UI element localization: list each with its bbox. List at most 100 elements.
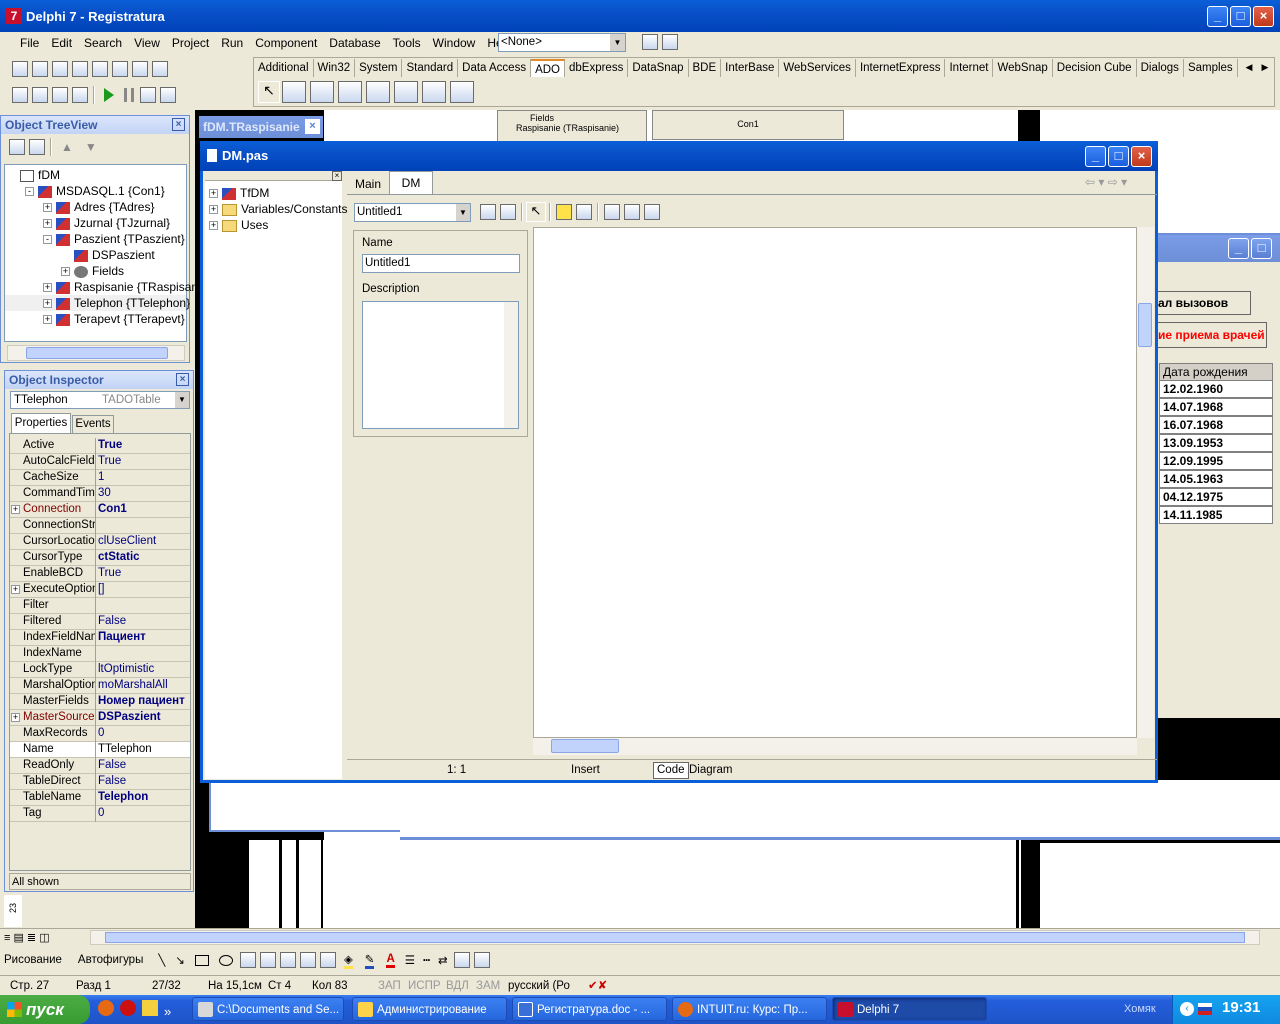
bg-form-title[interactable]: fDM.TRaspisanie × [199,116,323,138]
calls-log-button[interactable]: ал вызовов [1155,291,1251,315]
property-row[interactable]: ConnectionString [10,518,190,534]
palette-tab-internetexpress[interactable]: InternetExpress [856,58,946,77]
tray-clock[interactable]: 19:31 [1222,999,1260,1016]
up-arrow-icon[interactable]: ▲ [61,140,73,154]
expand-icon[interactable]: + [43,299,52,309]
ado-command-icon[interactable] [310,81,334,103]
menu-search[interactable]: Search [78,36,128,50]
property-value[interactable]: True [98,454,190,469]
arrow-style-icon[interactable]: ⇄ [438,953,448,967]
birthdate-cell[interactable]: 12.09.1995 [1159,452,1273,470]
tree-node[interactable]: + Raspisanie {TRaspisanie} [5,279,211,295]
treeview-close-icon[interactable]: × [172,118,185,131]
name-input[interactable]: Untitled1 [362,254,520,273]
property-value[interactable]: 1 [98,470,190,485]
chevron-down-icon[interactable]: ▼ [456,204,470,221]
line-color-icon[interactable]: ✎ [364,952,375,969]
palette-scroll-left[interactable]: ◀ [1242,58,1256,76]
property-row[interactable]: Connection + Con1 [10,502,190,518]
save-all-icon[interactable] [72,61,88,77]
expand-icon[interactable]: - [25,187,34,197]
status-trk[interactable]: ИСПР [408,976,441,996]
menu-project[interactable]: Project [166,36,215,50]
expand-icon[interactable]: + [43,219,52,229]
editor-tab-main[interactable]: Main [350,174,386,194]
right-maximize-button[interactable]: □ [1251,238,1272,259]
palette-tab-data-access[interactable]: Data Access [458,58,532,77]
status-ext[interactable]: ВДЛ [446,976,469,996]
rds-connection-icon[interactable] [450,81,474,103]
tree-node[interactable]: + Telephon {TTelephon} [5,295,190,311]
palette-tab-internet[interactable]: Internet [945,58,994,77]
property-value[interactable]: Telephon [98,790,190,805]
oval-icon[interactable] [218,954,233,966]
taskbar-word[interactable]: Регистратура.doc - ... [512,997,667,1021]
maximize-button[interactable]: □ [1230,6,1251,27]
right-minimize-button[interactable]: _ [1228,238,1249,259]
palette-tab-ado[interactable]: ADO [531,58,565,77]
property-value[interactable]: ctStatic [98,550,190,565]
property-value[interactable]: Пациент [98,630,190,645]
editor-minimize-button[interactable]: _ [1085,146,1106,167]
open-project-icon[interactable] [92,61,108,77]
property-row[interactable]: LockType ltOptimistic [10,662,190,678]
new-icon[interactable] [12,61,28,77]
quicklaunch-icon[interactable] [142,1000,158,1016]
ado-dataset-icon[interactable] [338,81,362,103]
property-row[interactable]: CursorType ctStatic [10,550,190,566]
fill-color-icon[interactable]: ◈ [343,952,353,969]
tab-diagram[interactable]: Diagram [689,760,732,780]
palette-tab-additional[interactable]: Additional [254,58,314,77]
property-row[interactable]: AutoCalcFields True [10,454,190,470]
master-detail-icon[interactable] [604,204,620,220]
menu-view[interactable]: View [128,36,166,50]
explorer-node[interactable]: + Variables/Constants [209,201,348,217]
chevron-down-icon[interactable]: ▼ [610,34,625,51]
dash-style-icon[interactable]: ┅ [423,953,430,967]
expand-icon[interactable]: + [43,315,52,325]
property-row[interactable]: TableDirect False [10,774,190,790]
delete-diagram-icon[interactable] [500,204,516,220]
taskbar-admin[interactable]: Администрирование [352,997,507,1021]
normal-view-icon[interactable]: ≡ ▤ ≣ ◫ [4,931,50,944]
palette-tab-dialogs[interactable]: Dialogs [1137,58,1184,77]
diagram-icon[interactable] [279,952,296,968]
status-rec[interactable]: ЗАП [378,976,401,996]
explorer-node[interactable]: + TfDM [209,185,342,201]
editor-maximize-button[interactable]: □ [1108,146,1129,167]
tab-events[interactable]: Events [72,415,114,433]
property-value[interactable]: True [98,438,190,453]
help-icon[interactable] [152,61,168,77]
minimize-button[interactable]: _ [1207,6,1228,27]
pause-icon[interactable] [124,88,134,102]
menu-edit[interactable]: Edit [45,36,78,50]
run-icon[interactable] [104,88,114,102]
expand-icon[interactable]: + [61,267,70,277]
step-over-icon[interactable] [160,87,176,103]
palette-tab-bde[interactable]: BDE [689,58,722,77]
expand-icon[interactable]: + [209,221,218,231]
property-row[interactable]: Name TTelephon [10,742,190,758]
editor-tab-dm[interactable]: DM [389,171,433,194]
start-button[interactable]: пуск [0,995,90,1024]
birthdate-cell[interactable]: 13.09.1953 [1159,434,1273,452]
description-input[interactable] [362,301,519,429]
palette-tab-datasnap[interactable]: DataSnap [628,58,689,77]
save-icon[interactable] [52,61,68,77]
property-row[interactable]: IndexName [10,646,190,662]
property-row[interactable]: MarshalOptions moMarshalAll [10,678,190,694]
3d-icon[interactable] [473,952,490,968]
diagram-surface[interactable] [533,227,1137,738]
property-value[interactable]: False [98,774,190,789]
line-style-icon[interactable]: ☰ [405,953,415,967]
new-item-icon[interactable] [9,139,25,155]
property-row[interactable]: ExecuteOptions+ [] [10,582,190,598]
property-row[interactable]: CacheSize 1 [10,470,190,486]
add-file-icon[interactable] [112,61,128,77]
property-value[interactable]: 30 [98,486,190,501]
ado-storedproc-icon[interactable] [422,81,446,103]
opera-icon[interactable] [120,1000,136,1016]
down-arrow-icon[interactable]: ▼ [85,140,97,154]
word-hscroll[interactable] [90,930,1260,945]
tray-flag-icon[interactable] [1198,1003,1212,1015]
